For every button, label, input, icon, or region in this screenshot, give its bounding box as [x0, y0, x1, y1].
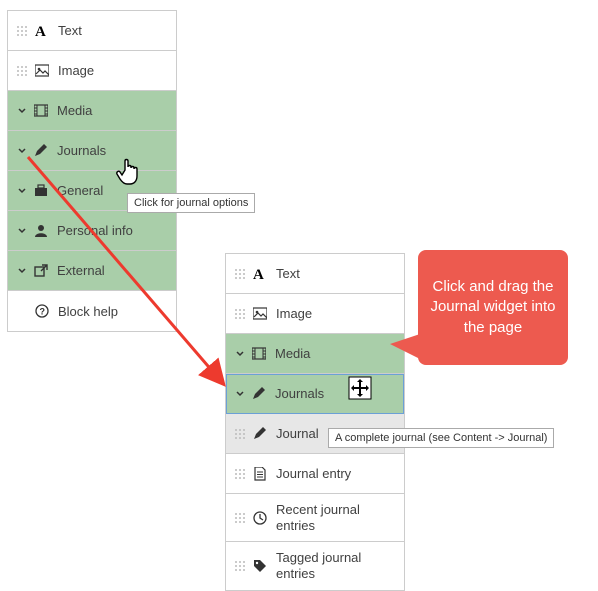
item-label: Journals	[275, 386, 324, 401]
palette-section-media[interactable]: Media	[8, 91, 176, 131]
palette-subitem-journal-entry[interactable]: Journal entry	[226, 454, 404, 494]
chevron-down-icon	[16, 185, 28, 197]
drag-handle-icon[interactable]	[234, 308, 246, 320]
palette-section-journals[interactable]: Journals	[226, 374, 404, 414]
palette-section-personal-info[interactable]: Personal info	[8, 211, 176, 251]
pencil-icon	[33, 144, 49, 158]
palette-subitem-recent-journal-entries[interactable]: Recent journal entries	[226, 494, 404, 542]
item-label: Personal info	[57, 223, 133, 238]
tooltip-journals: Click for journal options	[127, 193, 255, 213]
pencil-icon	[252, 427, 268, 441]
tooltip-journal-widget: A complete journal (see Content -> Journ…	[328, 428, 554, 448]
palette-section-journals[interactable]: Journals	[8, 131, 176, 171]
cursor-move-icon	[348, 376, 372, 400]
chevron-down-icon	[16, 105, 28, 117]
palette-panel-collapsed: Text Image Media Journals General Person…	[7, 10, 177, 332]
drag-handle-icon[interactable]	[234, 268, 246, 280]
drag-handle-icon[interactable]	[234, 560, 246, 572]
file-icon	[252, 467, 268, 481]
item-label: Block help	[58, 304, 118, 319]
image-icon	[34, 64, 50, 78]
palette-item-image[interactable]: Image	[226, 294, 404, 334]
image-icon	[252, 307, 268, 321]
palette-subitem-tagged-journal-entries[interactable]: Tagged journal entries	[226, 542, 404, 590]
chevron-down-icon	[234, 388, 246, 400]
chevron-down-icon	[16, 145, 28, 157]
drag-handle-icon[interactable]	[234, 428, 246, 440]
palette-panel-expanded: Text Image Media Journals Journal Journa…	[225, 253, 405, 591]
palette-item-text[interactable]: Text	[8, 11, 176, 51]
item-label: Journal	[276, 426, 319, 441]
item-label: Text	[276, 266, 300, 281]
item-label: Journals	[57, 143, 106, 158]
item-label: Image	[276, 306, 312, 321]
clock-icon	[252, 511, 268, 525]
briefcase-icon	[33, 184, 49, 198]
drag-handle-icon[interactable]	[234, 468, 246, 480]
tag-icon	[252, 559, 268, 573]
palette-item-text[interactable]: Text	[226, 254, 404, 294]
drag-handle-icon[interactable]	[16, 65, 28, 77]
tooltip-text: Click for journal options	[134, 197, 248, 209]
film-icon	[251, 347, 267, 361]
text-icon	[34, 24, 50, 38]
item-label: General	[57, 183, 103, 198]
chevron-down-icon	[234, 348, 246, 360]
item-label: Media	[275, 346, 310, 361]
palette-item-image[interactable]: Image	[8, 51, 176, 91]
item-label: External	[57, 263, 105, 278]
item-label: Image	[58, 63, 94, 78]
palette-section-media[interactable]: Media	[226, 334, 404, 374]
item-label: Media	[57, 103, 92, 118]
item-label: Journal entry	[276, 466, 351, 481]
chevron-down-icon	[16, 265, 28, 277]
cursor-hand-icon	[116, 156, 144, 186]
person-icon	[33, 224, 49, 238]
drag-handle-icon[interactable]	[16, 25, 28, 37]
item-label: Recent journal entries	[276, 502, 396, 533]
external-icon	[33, 264, 49, 278]
text-icon	[252, 267, 268, 281]
pencil-icon	[251, 387, 267, 401]
drag-handle-icon[interactable]	[234, 512, 246, 524]
chevron-down-icon	[16, 225, 28, 237]
help-icon	[34, 304, 50, 318]
item-label: Tagged journal entries	[276, 550, 396, 581]
instruction-callout: Click and drag the Journal widget into t…	[418, 250, 568, 365]
callout-text: Click and drag the Journal widget into t…	[428, 277, 558, 338]
palette-section-external[interactable]: External	[8, 251, 176, 291]
item-label: Text	[58, 23, 82, 38]
palette-item-block-help[interactable]: Block help	[8, 291, 176, 331]
film-icon	[33, 104, 49, 118]
tooltip-text: A complete journal (see Content -> Journ…	[335, 432, 547, 444]
